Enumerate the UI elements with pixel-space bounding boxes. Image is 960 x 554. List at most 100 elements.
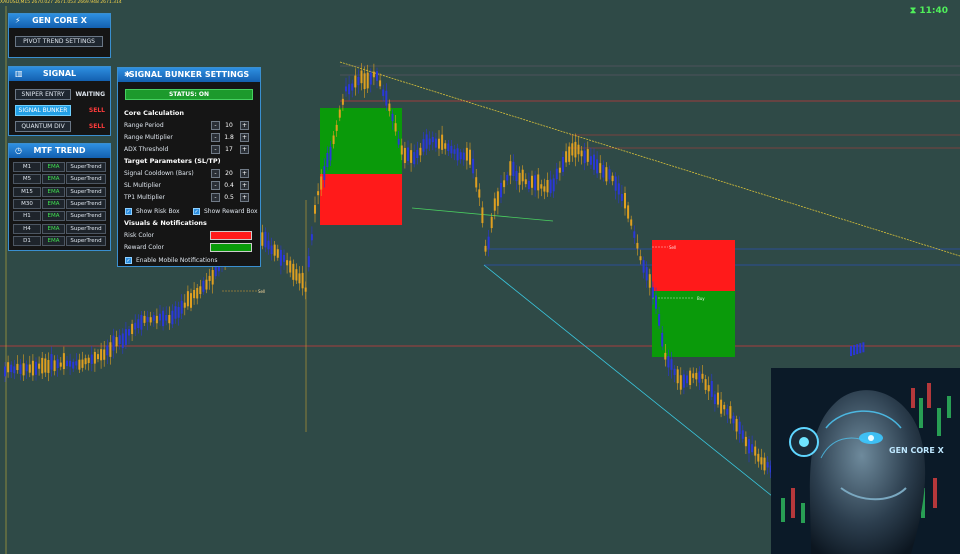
candle-body	[372, 71, 375, 78]
core-setting-value: 1.8	[224, 134, 234, 141]
symbol-info: XAUUSD,M15 2670.027 2671.053 2669.948 26…	[0, 0, 122, 5]
candle-body	[627, 205, 630, 219]
candle-body	[289, 260, 292, 273]
candle-body	[630, 219, 633, 226]
core-setting-decrement-button[interactable]: -	[211, 145, 220, 154]
candle-body	[679, 375, 682, 390]
target-setting-decrement-button[interactable]: -	[211, 169, 220, 178]
core-setting-label: ADX Threshold	[124, 146, 169, 153]
target-setting-label: TP1 Multiplier	[124, 194, 165, 201]
target-setting-increment-button[interactable]: +	[240, 181, 249, 190]
target-setting-increment-button[interactable]: +	[240, 169, 249, 178]
mtf-supertrend-status: SuperTrend	[66, 162, 106, 172]
candle-body	[611, 175, 614, 182]
candle-body	[506, 174, 509, 181]
show-risk-box-label: Show Risk Box	[136, 208, 180, 215]
candle-body	[549, 179, 552, 194]
reward-color-picker[interactable]	[210, 243, 252, 252]
candle-body	[574, 141, 577, 158]
candle-body	[190, 293, 192, 308]
reward-color-label: Reward Color	[124, 244, 164, 251]
candle-body	[314, 205, 316, 214]
candle-body	[704, 379, 707, 390]
candle-body	[732, 415, 735, 424]
candle-body	[496, 191, 499, 206]
signal-title: SIGNAL	[42, 69, 77, 78]
candle-body	[168, 314, 171, 324]
candle-body	[741, 430, 744, 439]
candle-body	[59, 362, 62, 367]
signal-sniper-entry-button[interactable]: SNIPER ENTRY	[15, 89, 71, 100]
candle-body	[363, 73, 366, 90]
candle-body	[35, 361, 37, 375]
candle-body	[670, 359, 673, 370]
candle-body	[326, 152, 329, 168]
candle-body	[658, 314, 661, 326]
candle-body	[128, 329, 130, 336]
candle-body	[676, 369, 679, 384]
candle-body	[441, 134, 444, 150]
candle-body	[69, 360, 72, 367]
candle-body	[143, 315, 146, 323]
gen-core-x-logo-image: GEN CORE X	[771, 368, 960, 554]
signal-signal-bunker-button[interactable]: SIGNAL BUNKER	[15, 105, 71, 116]
core-setting-decrement-button[interactable]: -	[211, 121, 220, 130]
candle-body	[481, 207, 484, 224]
mtf-timeframe-h4: H4	[13, 223, 41, 234]
show-reward-box-checkbox[interactable]: ✓	[193, 208, 200, 215]
candle-body	[438, 138, 440, 149]
candle-body	[28, 364, 31, 373]
core-setting-increment-button[interactable]: +	[240, 145, 249, 154]
show-risk-box-checkbox[interactable]: ✓	[125, 208, 132, 215]
core-setting-label: Range Period	[124, 122, 164, 129]
candle-body	[410, 150, 413, 163]
candle-body	[354, 75, 357, 88]
signal-quantum-div-button[interactable]: QUANTUM DIV	[15, 121, 71, 132]
mtf-ema-status: EMA	[42, 162, 65, 172]
candle-body	[757, 453, 760, 462]
candle-body	[431, 136, 434, 143]
core-setting-increment-button[interactable]: +	[240, 133, 249, 142]
signal-status: WAITING	[75, 91, 106, 98]
candle-body	[599, 163, 602, 173]
candle-body	[689, 370, 692, 386]
candle-body	[713, 394, 716, 405]
candle-body	[453, 149, 456, 154]
candle-body	[853, 345, 856, 356]
target-setting-label: Signal Cooldown (Bars)	[124, 170, 194, 177]
target-setting-decrement-button[interactable]: -	[211, 193, 220, 202]
core-setting-increment-button[interactable]: +	[240, 121, 249, 130]
candle-body	[180, 300, 183, 314]
core-setting-decrement-button[interactable]: -	[211, 133, 220, 142]
candle-body	[199, 286, 202, 295]
candle-body	[682, 374, 685, 388]
target-setting-value: 0.5	[224, 194, 234, 201]
pivot-trend-settings-button[interactable]: PIVOT TREND SETTINGS	[15, 36, 103, 47]
candle-body	[286, 260, 289, 266]
candle-body	[524, 179, 527, 185]
mtf-ema-status: EMA	[42, 174, 65, 185]
candle-body	[72, 361, 75, 369]
candle-body	[546, 179, 549, 193]
candle-body	[341, 98, 344, 105]
risk-color-picker[interactable]	[210, 231, 252, 240]
candle-body	[450, 145, 453, 154]
target-setting-decrement-button[interactable]: -	[211, 181, 220, 190]
candle-body	[456, 148, 459, 161]
candle-body	[174, 306, 177, 319]
candle-body	[267, 240, 270, 250]
mtf-supertrend-status: SuperTrend	[66, 211, 106, 222]
mtf-timeframe-m5: M5	[13, 174, 41, 185]
status-toggle-button[interactable]: STATUS: ON	[125, 89, 253, 100]
mtf-timeframe-d1: D1	[13, 235, 41, 246]
target-setting-increment-button[interactable]: +	[240, 193, 249, 202]
gen-core-header: ⚡ GEN CORE X	[9, 14, 110, 28]
enable-mobile-notifications-label: Enable Mobile Notifications	[136, 257, 218, 264]
core-setting-label: Range Multiplier	[124, 134, 173, 141]
candle-body	[602, 165, 605, 178]
candle-body	[558, 167, 561, 173]
enable-mobile-notifications-checkbox[interactable]: ✓	[125, 257, 132, 264]
candle-body	[211, 270, 214, 285]
clock-time: 11:40	[919, 6, 948, 16]
candle-body	[555, 168, 558, 180]
